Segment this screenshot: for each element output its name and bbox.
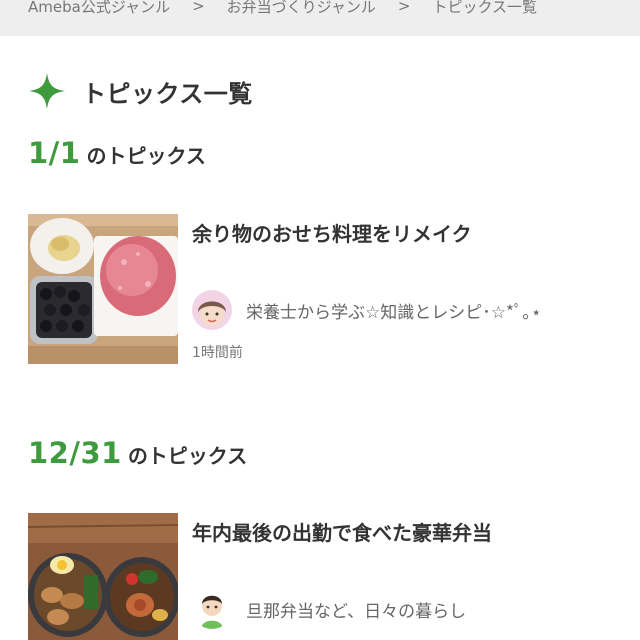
post-time: 1時間前 xyxy=(192,345,243,361)
topic-title[interactable]: 年内最後の出勤で食べた豪華弁当 xyxy=(192,517,492,546)
section-date: 1/1 xyxy=(28,136,81,170)
author-name[interactable]: 旦那弁当など、日々の暮らし xyxy=(246,597,466,622)
breadcrumb-item-ameba-genre[interactable]: Ameba公式ジャンル xyxy=(28,0,170,17)
section-date-suffix: のトピックス xyxy=(86,144,206,168)
topic-card[interactable]: 余り物のおせち料理をリメイク 栄養士から学ぶ☆知識とレシピ･☆*ﾟ｡⋆ 1時間前 xyxy=(28,214,628,370)
breadcrumb-separator: > xyxy=(192,0,205,15)
topic-thumbnail[interactable] xyxy=(28,513,178,640)
section-date-heading: 1/1 のトピックス xyxy=(28,136,206,170)
topic-author[interactable]: 旦那弁当など、日々の暮らし xyxy=(192,589,466,629)
avatar xyxy=(192,589,232,629)
topic-author[interactable]: 栄養士から学ぶ☆知識とレシピ･☆*ﾟ｡⋆ xyxy=(192,290,542,330)
sparkle-icon xyxy=(28,72,66,110)
page-heading: トピックス一覧 xyxy=(28,72,253,110)
author-name[interactable]: 栄養士から学ぶ☆知識とレシピ･☆*ﾟ｡⋆ xyxy=(246,298,542,323)
avatar xyxy=(192,290,232,330)
breadcrumb: Ameba公式ジャンル > お弁当づくりジャンル > トピックス一覧 xyxy=(0,0,640,36)
section-date-suffix: のトピックス xyxy=(127,444,248,468)
section-date-heading: 12/31 のトピックス xyxy=(28,436,247,470)
breadcrumb-item-bento-genre[interactable]: お弁当づくりジャンル xyxy=(227,0,376,17)
page-title: トピックス一覧 xyxy=(82,79,253,108)
breadcrumb-item-current: トピックス一覧 xyxy=(432,0,538,16)
topic-card[interactable]: 年内最後の出勤で食べた豪華弁当 旦那弁当など、日々の暮らし xyxy=(28,513,628,640)
topic-thumbnail[interactable] xyxy=(28,214,178,364)
section-date: 12/31 xyxy=(28,436,122,470)
topic-title[interactable]: 余り物のおせち料理をリメイク xyxy=(192,218,472,247)
breadcrumb-separator: > xyxy=(397,0,411,15)
